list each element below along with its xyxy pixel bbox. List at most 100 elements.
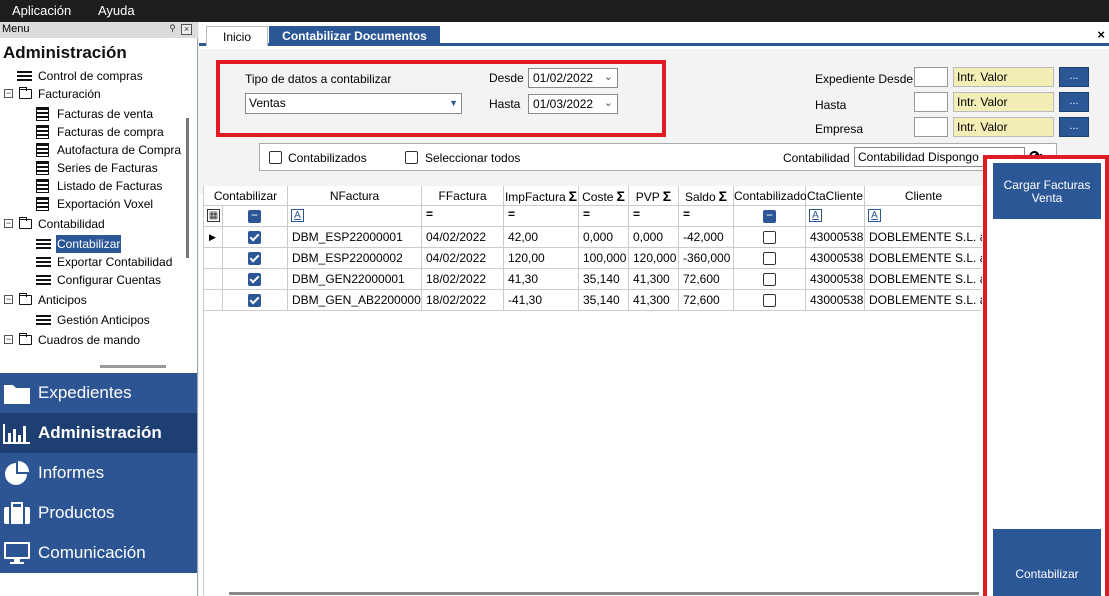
- close-tab-icon[interactable]: ×: [1097, 27, 1105, 42]
- chevron-down-icon[interactable]: ⌄: [604, 68, 613, 86]
- col-header-coste[interactable]: Coste Σ: [579, 186, 629, 206]
- grid-horizontal-scrollbar[interactable]: [229, 592, 979, 595]
- checkbox-unchecked[interactable]: [763, 273, 776, 286]
- checkbox-checked[interactable]: [248, 231, 261, 244]
- row-1-ffactura[interactable]: 04/02/2022: [422, 227, 504, 248]
- row-1-ctacliente[interactable]: 43000538: [806, 227, 865, 248]
- checkbox-unchecked[interactable]: [763, 252, 776, 265]
- expediente-hasta-search-button[interactable]: ...: [1059, 92, 1089, 112]
- row-1-impfactura[interactable]: 42,00: [504, 227, 579, 248]
- filter-cliente[interactable]: A: [865, 206, 982, 227]
- desde-date-input[interactable]: 01/02/2022 ⌄: [528, 68, 618, 88]
- row-4-ctacliente[interactable]: 43000538: [806, 290, 865, 311]
- col-header-contabilizar[interactable]: Contabilizar: [204, 186, 288, 206]
- expediente-hasta-valor[interactable]: Intr. Valor: [953, 92, 1054, 112]
- close-icon[interactable]: ×: [181, 24, 192, 35]
- empresa-valor[interactable]: Intr. Valor: [953, 117, 1054, 137]
- row-4-impfactura[interactable]: -41,30: [504, 290, 579, 311]
- row-4-nfactura[interactable]: DBM_GEN_AB22000001: [288, 290, 422, 311]
- nav-comunicacion[interactable]: Comunicación: [0, 533, 197, 573]
- collapse-icon[interactable]: −: [4, 335, 13, 344]
- pin-icon[interactable]: ⚲: [167, 24, 178, 35]
- contabilizados-checkbox[interactable]: [269, 151, 282, 164]
- filter-coste[interactable]: =: [579, 206, 629, 227]
- col-header-nfactura[interactable]: NFactura: [288, 186, 422, 206]
- row-3-contabilizado[interactable]: [734, 269, 806, 290]
- row-1-coste[interactable]: 0,000: [579, 227, 629, 248]
- row-1-contabilizar[interactable]: [223, 227, 288, 248]
- nav-productos[interactable]: Productos: [0, 493, 197, 533]
- nav-informes[interactable]: Informes: [0, 453, 197, 493]
- menu-aplicacion[interactable]: Aplicación: [12, 3, 71, 18]
- row-3-contabilizar[interactable]: [223, 269, 288, 290]
- checkbox-checked[interactable]: [248, 273, 261, 286]
- tree-horizontal-scrollbar[interactable]: [100, 365, 166, 368]
- filter-saldo[interactable]: =: [679, 206, 734, 227]
- row-1-saldo[interactable]: -42,000: [679, 227, 734, 248]
- chevron-down-icon[interactable]: ⌄: [604, 94, 613, 112]
- row-2-pvp[interactable]: 120,000: [629, 248, 679, 269]
- tree-vertical-scrollbar[interactable]: [186, 118, 189, 258]
- seleccionar-todos-checkbox[interactable]: [405, 151, 418, 164]
- checkbox-unchecked[interactable]: [763, 294, 776, 307]
- row-2-impfactura[interactable]: 120,00: [504, 248, 579, 269]
- checkbox-checked[interactable]: [248, 252, 261, 265]
- row-3-impfactura[interactable]: 41,30: [504, 269, 579, 290]
- row-4-pvp[interactable]: 41,300: [629, 290, 679, 311]
- row-2-ctacliente[interactable]: 43000538: [806, 248, 865, 269]
- row-4-cliente[interactable]: DOBLEMENTE S.L. afil: [865, 290, 982, 311]
- filter-contabilizado[interactable]: −: [734, 206, 806, 227]
- row-2-contabilizar[interactable]: [223, 248, 288, 269]
- checkbox-unchecked[interactable]: [763, 231, 776, 244]
- col-header-ffactura[interactable]: FFactura: [422, 186, 504, 206]
- expediente-desde-valor[interactable]: Intr. Valor: [953, 67, 1054, 87]
- col-header-pvp[interactable]: PVP Σ: [629, 186, 679, 206]
- collapse-icon[interactable]: −: [4, 89, 13, 98]
- expediente-desde-input[interactable]: [914, 67, 948, 87]
- col-header-ctacliente[interactable]: CtaCliente: [806, 186, 865, 206]
- expediente-hasta-input[interactable]: [914, 92, 948, 112]
- row-1-pvp[interactable]: 0,000: [629, 227, 679, 248]
- collapse-icon[interactable]: −: [4, 219, 13, 228]
- row-indicator[interactable]: ▶: [204, 227, 223, 248]
- empresa-input[interactable]: [914, 117, 948, 137]
- row-1-contabilizado[interactable]: [734, 227, 806, 248]
- cargar-facturas-venta-button[interactable]: Cargar Facturas Venta: [993, 163, 1101, 219]
- collapse-icon[interactable]: −: [4, 295, 13, 304]
- col-header-cliente[interactable]: Cliente: [865, 186, 982, 206]
- hasta-date-input[interactable]: 01/03/2022 ⌄: [528, 94, 618, 114]
- row-2-saldo[interactable]: -360,000: [679, 248, 734, 269]
- row-2-nfactura[interactable]: DBM_ESP22000002: [288, 248, 422, 269]
- tab-contabilizar-documentos[interactable]: Contabilizar Documentos: [269, 26, 440, 46]
- row-2-cliente[interactable]: DOBLEMENTE S.L. afil: [865, 248, 982, 269]
- col-header-contabilizado[interactable]: Contabilizado: [734, 186, 807, 206]
- row-3-pvp[interactable]: 41,300: [629, 269, 679, 290]
- row-3-ffactura[interactable]: 18/02/2022: [422, 269, 504, 290]
- row-indicator[interactable]: [204, 290, 223, 311]
- col-header-impfactura[interactable]: ImpFactura Σ: [504, 186, 579, 206]
- checkbox-checked[interactable]: [248, 294, 261, 307]
- filter-pvp[interactable]: =: [629, 206, 679, 227]
- contabilizar-button[interactable]: Contabilizar: [993, 529, 1101, 596]
- row-2-ffactura[interactable]: 04/02/2022: [422, 248, 504, 269]
- col-header-saldo[interactable]: Saldo Σ: [679, 186, 734, 206]
- empresa-search-button[interactable]: ...: [1059, 117, 1089, 137]
- row-indicator[interactable]: [204, 269, 223, 290]
- row-1-cliente[interactable]: DOBLEMENTE S.L. afil: [865, 227, 982, 248]
- row-4-coste[interactable]: 35,140: [579, 290, 629, 311]
- row-4-contabilizado[interactable]: [734, 290, 806, 311]
- row-4-saldo[interactable]: 72,600: [679, 290, 734, 311]
- row-4-ffactura[interactable]: 18/02/2022: [422, 290, 504, 311]
- row-2-contabilizado[interactable]: [734, 248, 806, 269]
- row-2-coste[interactable]: 100,000: [579, 248, 629, 269]
- filter-ffactura[interactable]: =: [422, 206, 504, 227]
- nav-expedientes[interactable]: Expedientes: [0, 373, 197, 413]
- row-1-nfactura[interactable]: DBM_ESP22000001: [288, 227, 422, 248]
- row-3-ctacliente[interactable]: 43000538: [806, 269, 865, 290]
- row-4-contabilizar[interactable]: [223, 290, 288, 311]
- tipo-datos-select[interactable]: Ventas ▼: [245, 93, 462, 114]
- row-3-saldo[interactable]: 72,600: [679, 269, 734, 290]
- nav-administracion[interactable]: Administración: [0, 413, 197, 453]
- filter-row-selector[interactable]: ▦: [204, 206, 223, 227]
- filter-nfactura[interactable]: A: [288, 206, 422, 227]
